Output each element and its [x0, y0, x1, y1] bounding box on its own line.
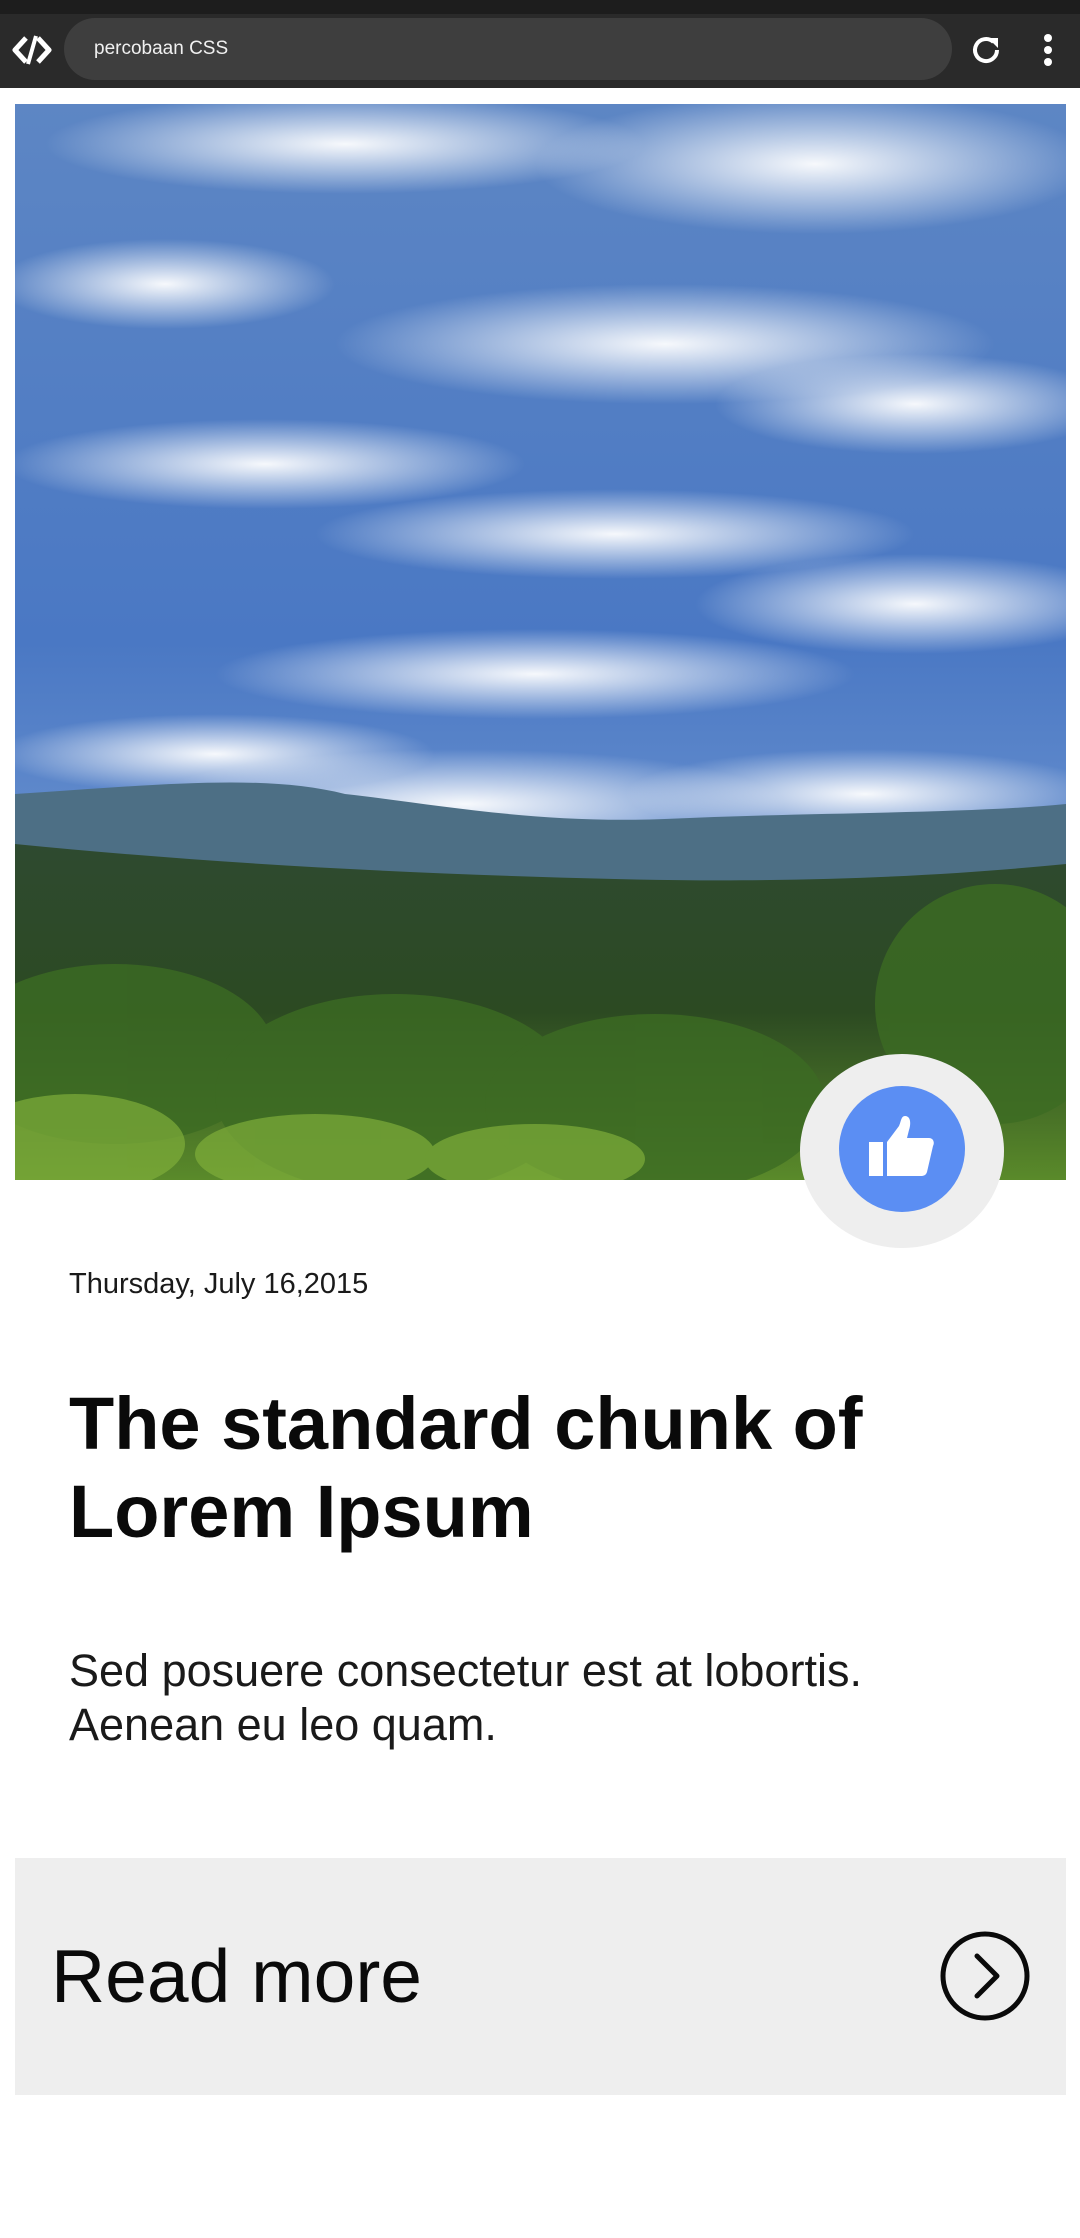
browser-toolbar: percobaan CSS: [0, 0, 1080, 88]
hero-image: [15, 104, 1066, 1180]
read-more-button[interactable]: Read more: [15, 1858, 1066, 2095]
thumbs-up-icon: [869, 1116, 934, 1176]
like-button[interactable]: [839, 1086, 965, 1212]
url-bar[interactable]: percobaan CSS: [64, 18, 952, 80]
vertical-dots-icon[interactable]: [1036, 28, 1060, 72]
post-excerpt: Sed posuere consectetur est at lobortis.…: [69, 1645, 862, 1750]
like-button-ring: [800, 1054, 1004, 1248]
code-brackets-icon[interactable]: [12, 30, 52, 70]
reload-icon[interactable]: [968, 32, 1004, 68]
url-text: percobaan CSS: [94, 38, 229, 59]
chevron-right-circle-icon: [940, 1931, 1030, 2021]
read-more-label: Read more: [51, 1934, 423, 2018]
post-title: The standard chunk of Lorem Ipsum: [69, 1382, 863, 1553]
post-date: Thursday, July 16,2015: [69, 1268, 369, 1300]
